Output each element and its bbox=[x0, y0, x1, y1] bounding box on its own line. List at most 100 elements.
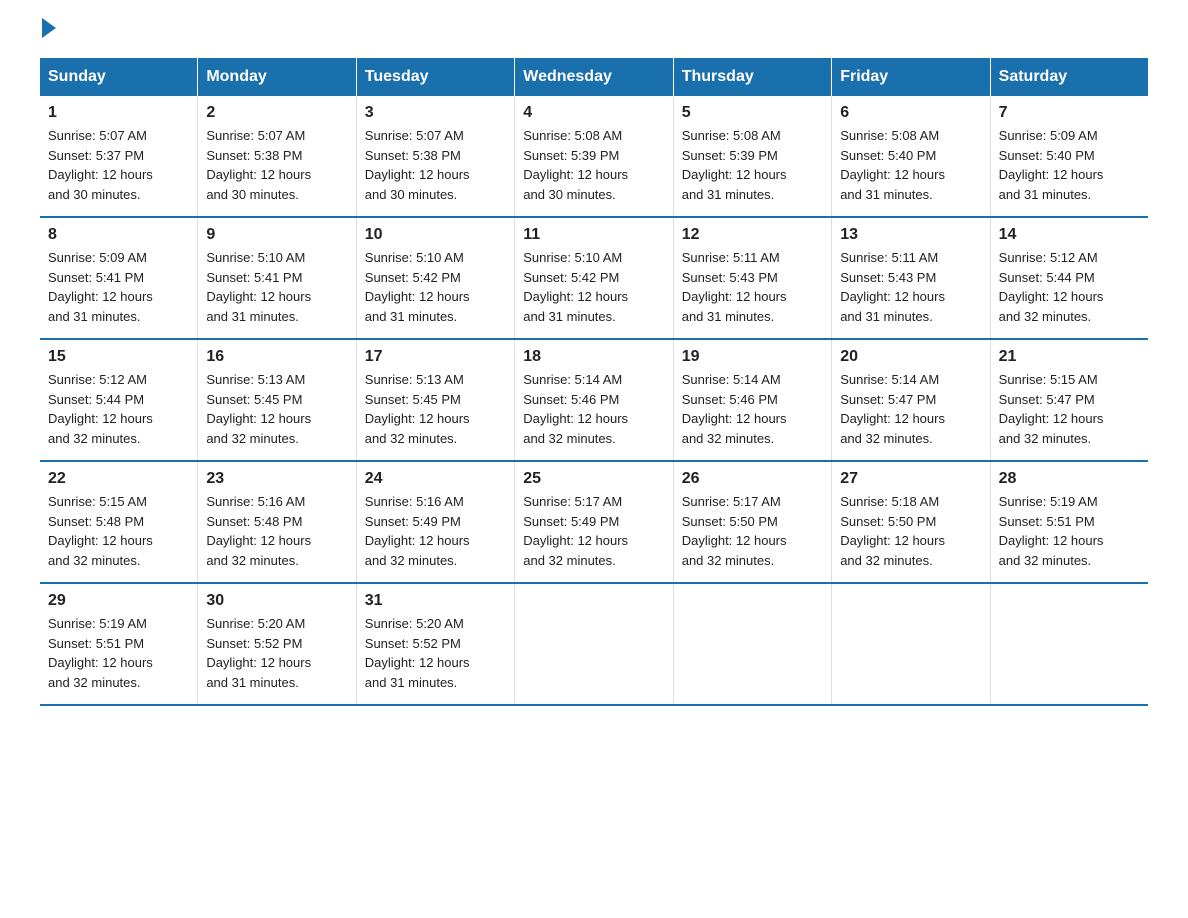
day-number: 31 bbox=[365, 592, 506, 610]
week-row-5: 29 Sunrise: 5:19 AMSunset: 5:51 PMDaylig… bbox=[40, 583, 1148, 705]
calendar-cell: 14 Sunrise: 5:12 AMSunset: 5:44 PMDaylig… bbox=[990, 217, 1148, 339]
calendar-cell: 16 Sunrise: 5:13 AMSunset: 5:45 PMDaylig… bbox=[198, 339, 356, 461]
week-row-4: 22 Sunrise: 5:15 AMSunset: 5:48 PMDaylig… bbox=[40, 461, 1148, 583]
calendar-cell: 17 Sunrise: 5:13 AMSunset: 5:45 PMDaylig… bbox=[356, 339, 514, 461]
day-number: 17 bbox=[365, 348, 506, 366]
day-info: Sunrise: 5:14 AMSunset: 5:46 PMDaylight:… bbox=[682, 372, 787, 446]
calendar-cell: 11 Sunrise: 5:10 AMSunset: 5:42 PMDaylig… bbox=[515, 217, 673, 339]
header-saturday: Saturday bbox=[990, 58, 1148, 96]
week-row-2: 8 Sunrise: 5:09 AMSunset: 5:41 PMDayligh… bbox=[40, 217, 1148, 339]
calendar-cell: 2 Sunrise: 5:07 AMSunset: 5:38 PMDayligh… bbox=[198, 96, 356, 217]
day-info: Sunrise: 5:14 AMSunset: 5:47 PMDaylight:… bbox=[840, 372, 945, 446]
day-number: 11 bbox=[523, 226, 664, 244]
day-info: Sunrise: 5:16 AMSunset: 5:48 PMDaylight:… bbox=[206, 494, 311, 568]
day-number: 1 bbox=[48, 104, 189, 122]
header-sunday: Sunday bbox=[40, 58, 198, 96]
day-info: Sunrise: 5:12 AMSunset: 5:44 PMDaylight:… bbox=[48, 372, 153, 446]
calendar-cell: 3 Sunrise: 5:07 AMSunset: 5:38 PMDayligh… bbox=[356, 96, 514, 217]
day-number: 21 bbox=[999, 348, 1140, 366]
day-number: 14 bbox=[999, 226, 1140, 244]
calendar-cell: 29 Sunrise: 5:19 AMSunset: 5:51 PMDaylig… bbox=[40, 583, 198, 705]
day-number: 9 bbox=[206, 226, 347, 244]
calendar-cell: 31 Sunrise: 5:20 AMSunset: 5:52 PMDaylig… bbox=[356, 583, 514, 705]
calendar-table: SundayMondayTuesdayWednesdayThursdayFrid… bbox=[40, 58, 1148, 706]
day-info: Sunrise: 5:09 AMSunset: 5:41 PMDaylight:… bbox=[48, 250, 153, 324]
calendar-cell bbox=[990, 583, 1148, 705]
day-number: 28 bbox=[999, 470, 1140, 488]
day-info: Sunrise: 5:10 AMSunset: 5:42 PMDaylight:… bbox=[523, 250, 628, 324]
day-number: 5 bbox=[682, 104, 823, 122]
calendar-cell: 12 Sunrise: 5:11 AMSunset: 5:43 PMDaylig… bbox=[673, 217, 831, 339]
day-number: 30 bbox=[206, 592, 347, 610]
day-info: Sunrise: 5:13 AMSunset: 5:45 PMDaylight:… bbox=[206, 372, 311, 446]
day-info: Sunrise: 5:10 AMSunset: 5:42 PMDaylight:… bbox=[365, 250, 470, 324]
day-number: 19 bbox=[682, 348, 823, 366]
calendar-cell: 30 Sunrise: 5:20 AMSunset: 5:52 PMDaylig… bbox=[198, 583, 356, 705]
day-number: 2 bbox=[206, 104, 347, 122]
day-info: Sunrise: 5:09 AMSunset: 5:40 PMDaylight:… bbox=[999, 128, 1104, 202]
calendar-cell: 23 Sunrise: 5:16 AMSunset: 5:48 PMDaylig… bbox=[198, 461, 356, 583]
logo bbox=[40, 30, 56, 38]
day-number: 6 bbox=[840, 104, 981, 122]
day-info: Sunrise: 5:07 AMSunset: 5:38 PMDaylight:… bbox=[206, 128, 311, 202]
day-info: Sunrise: 5:19 AMSunset: 5:51 PMDaylight:… bbox=[48, 616, 153, 690]
day-number: 8 bbox=[48, 226, 189, 244]
day-number: 7 bbox=[999, 104, 1140, 122]
day-info: Sunrise: 5:10 AMSunset: 5:41 PMDaylight:… bbox=[206, 250, 311, 324]
calendar-cell: 7 Sunrise: 5:09 AMSunset: 5:40 PMDayligh… bbox=[990, 96, 1148, 217]
day-number: 15 bbox=[48, 348, 189, 366]
day-number: 23 bbox=[206, 470, 347, 488]
day-number: 24 bbox=[365, 470, 506, 488]
calendar-cell bbox=[673, 583, 831, 705]
day-info: Sunrise: 5:18 AMSunset: 5:50 PMDaylight:… bbox=[840, 494, 945, 568]
day-info: Sunrise: 5:16 AMSunset: 5:49 PMDaylight:… bbox=[365, 494, 470, 568]
day-number: 4 bbox=[523, 104, 664, 122]
calendar-cell: 25 Sunrise: 5:17 AMSunset: 5:49 PMDaylig… bbox=[515, 461, 673, 583]
day-number: 3 bbox=[365, 104, 506, 122]
calendar-cell bbox=[515, 583, 673, 705]
page-header bbox=[40, 30, 1148, 38]
day-number: 13 bbox=[840, 226, 981, 244]
calendar-cell bbox=[832, 583, 990, 705]
day-number: 10 bbox=[365, 226, 506, 244]
calendar-cell: 15 Sunrise: 5:12 AMSunset: 5:44 PMDaylig… bbox=[40, 339, 198, 461]
header-wednesday: Wednesday bbox=[515, 58, 673, 96]
calendar-cell: 8 Sunrise: 5:09 AMSunset: 5:41 PMDayligh… bbox=[40, 217, 198, 339]
calendar-cell: 1 Sunrise: 5:07 AMSunset: 5:37 PMDayligh… bbox=[40, 96, 198, 217]
calendar-cell: 10 Sunrise: 5:10 AMSunset: 5:42 PMDaylig… bbox=[356, 217, 514, 339]
calendar-cell: 6 Sunrise: 5:08 AMSunset: 5:40 PMDayligh… bbox=[832, 96, 990, 217]
calendar-cell: 22 Sunrise: 5:15 AMSunset: 5:48 PMDaylig… bbox=[40, 461, 198, 583]
week-row-1: 1 Sunrise: 5:07 AMSunset: 5:37 PMDayligh… bbox=[40, 96, 1148, 217]
day-number: 12 bbox=[682, 226, 823, 244]
day-info: Sunrise: 5:13 AMSunset: 5:45 PMDaylight:… bbox=[365, 372, 470, 446]
day-number: 18 bbox=[523, 348, 664, 366]
day-number: 26 bbox=[682, 470, 823, 488]
logo-triangle-icon bbox=[42, 18, 56, 38]
calendar-cell: 26 Sunrise: 5:17 AMSunset: 5:50 PMDaylig… bbox=[673, 461, 831, 583]
day-number: 22 bbox=[48, 470, 189, 488]
calendar-cell: 13 Sunrise: 5:11 AMSunset: 5:43 PMDaylig… bbox=[832, 217, 990, 339]
calendar-cell: 27 Sunrise: 5:18 AMSunset: 5:50 PMDaylig… bbox=[832, 461, 990, 583]
calendar-cell: 19 Sunrise: 5:14 AMSunset: 5:46 PMDaylig… bbox=[673, 339, 831, 461]
calendar-cell: 24 Sunrise: 5:16 AMSunset: 5:49 PMDaylig… bbox=[356, 461, 514, 583]
calendar-cell: 21 Sunrise: 5:15 AMSunset: 5:47 PMDaylig… bbox=[990, 339, 1148, 461]
day-info: Sunrise: 5:15 AMSunset: 5:47 PMDaylight:… bbox=[999, 372, 1104, 446]
day-number: 16 bbox=[206, 348, 347, 366]
day-info: Sunrise: 5:08 AMSunset: 5:39 PMDaylight:… bbox=[682, 128, 787, 202]
header-friday: Friday bbox=[832, 58, 990, 96]
calendar-cell: 18 Sunrise: 5:14 AMSunset: 5:46 PMDaylig… bbox=[515, 339, 673, 461]
header-row: SundayMondayTuesdayWednesdayThursdayFrid… bbox=[40, 58, 1148, 96]
header-monday: Monday bbox=[198, 58, 356, 96]
day-info: Sunrise: 5:08 AMSunset: 5:39 PMDaylight:… bbox=[523, 128, 628, 202]
day-number: 29 bbox=[48, 592, 189, 610]
header-thursday: Thursday bbox=[673, 58, 831, 96]
calendar-cell: 4 Sunrise: 5:08 AMSunset: 5:39 PMDayligh… bbox=[515, 96, 673, 217]
week-row-3: 15 Sunrise: 5:12 AMSunset: 5:44 PMDaylig… bbox=[40, 339, 1148, 461]
day-info: Sunrise: 5:20 AMSunset: 5:52 PMDaylight:… bbox=[365, 616, 470, 690]
day-info: Sunrise: 5:07 AMSunset: 5:37 PMDaylight:… bbox=[48, 128, 153, 202]
day-number: 20 bbox=[840, 348, 981, 366]
calendar-cell: 5 Sunrise: 5:08 AMSunset: 5:39 PMDayligh… bbox=[673, 96, 831, 217]
header-tuesday: Tuesday bbox=[356, 58, 514, 96]
calendar-cell: 9 Sunrise: 5:10 AMSunset: 5:41 PMDayligh… bbox=[198, 217, 356, 339]
day-number: 25 bbox=[523, 470, 664, 488]
